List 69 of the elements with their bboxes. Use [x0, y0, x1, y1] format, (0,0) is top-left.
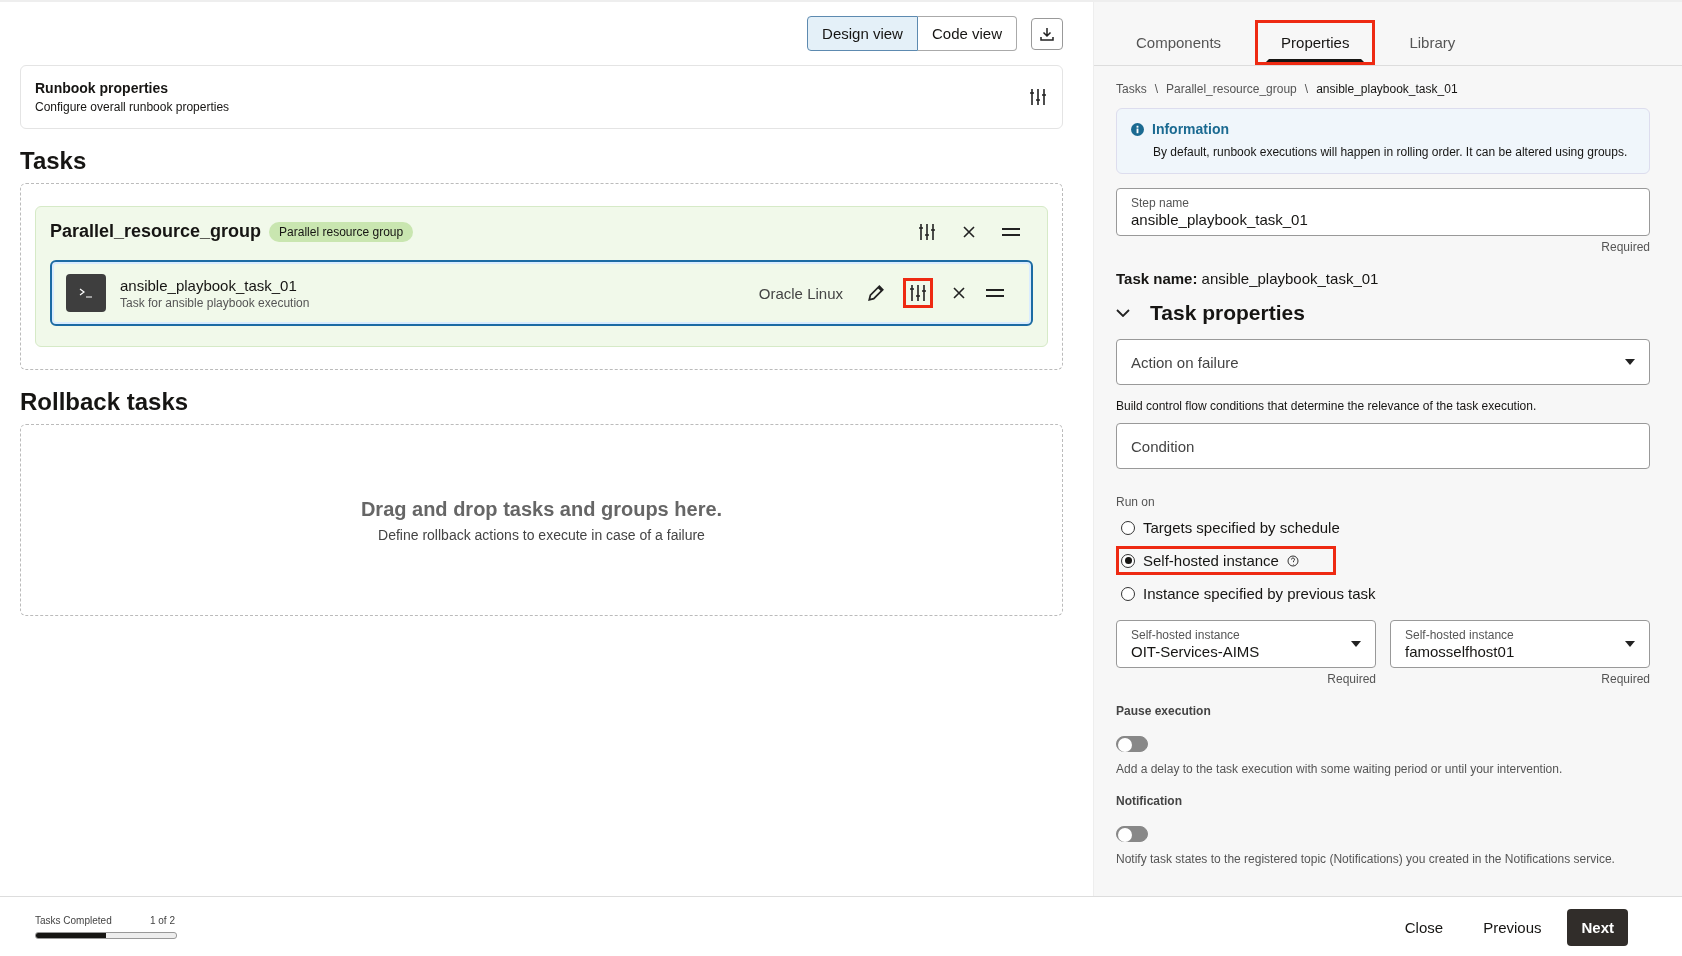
progress-label: Tasks Completed [35, 915, 112, 926]
caret-icon [1351, 641, 1361, 647]
action-on-failure-select[interactable]: Action on failure [1116, 339, 1650, 385]
progress-count: 1 of 2 [149, 915, 175, 926]
required-hint: Required [1600, 672, 1650, 686]
radio-button[interactable] [1121, 520, 1135, 535]
task-name: ansible_playbook_task_01 [120, 276, 298, 294]
next-button[interactable]: Next [1567, 908, 1628, 946]
toggle-label: Pause execution [1116, 704, 1212, 718]
pencil-icon[interactable] [867, 284, 885, 302]
required-hint: Required [1326, 672, 1376, 686]
radio-button[interactable] [1121, 553, 1135, 568]
help-text: Add a delay to the task execution with some waiting period or until your intervention. [1116, 762, 1564, 776]
info-text: By default, runbook executions will happen in rolling order. It can be altered using groups. [1153, 145, 1629, 159]
radio-option[interactable]: Targets specified by schedule [1119, 516, 1374, 539]
task-name-text: Task name: ansible_playbook_task_01 [1116, 270, 1380, 287]
dropzone-title: Drag and drop tasks and groups here. [360, 497, 723, 521]
section-heading: Task properties [1150, 301, 1305, 325]
condition-field[interactable]: Condition [1116, 423, 1650, 469]
instance-select[interactable]: Self-hosted instance famosselfhost01 [1390, 620, 1650, 668]
toggle-label: Notification [1116, 794, 1183, 808]
required-hint: Required [1600, 240, 1650, 254]
footer-button[interactable]: Close [1390, 908, 1458, 946]
section-heading: Tasks [20, 147, 88, 175]
os-label: Oracle Linux [758, 284, 843, 302]
terminal-icon [66, 274, 106, 312]
close-icon[interactable] [961, 223, 977, 240]
download-icon [1039, 25, 1055, 42]
help-icon[interactable] [1286, 554, 1299, 567]
step-name-field[interactable]: Step name ansible_playbook_task_01 [1116, 188, 1650, 236]
task-description: Task for ansible playbook execution [120, 295, 310, 310]
footer-button[interactable]: Previous [1469, 908, 1556, 946]
dropzone-subtitle: Define rollback actions to execute in case of a failure [378, 526, 705, 543]
panel-tab[interactable]: Properties [1266, 23, 1365, 62]
breadcrumb-item[interactable]: Parallel_resource_group [1166, 82, 1297, 96]
task-card[interactable]: ansible_playbook_task_01 Task for ansible playbook execution Oracle Linux [50, 260, 1033, 326]
help-text: Notify task states to the registered topic (Notifications) you created in the Notifications service. [1116, 852, 1616, 866]
group-name: Parallel_resource_group [50, 221, 262, 242]
breadcrumb-separator: \ [1154, 82, 1159, 96]
breadcrumb-item[interactable]: Tasks [1116, 82, 1147, 96]
group-type-badge: Parallel resource group [269, 221, 414, 242]
drag-handle-icon[interactable] [985, 287, 1005, 299]
sliders-icon[interactable] [917, 221, 937, 242]
download-button[interactable] [1031, 17, 1063, 50]
info-title: Information [1152, 121, 1229, 137]
radio-option[interactable]: Instance specified by previous task [1119, 582, 1410, 605]
close-icon[interactable] [951, 285, 967, 301]
run-on-label: Run on [1116, 495, 1156, 509]
toggle-switch[interactable] [1116, 736, 1148, 752]
help-text: Build control flow conditions that determine the relevance of the task execution. [1116, 399, 1538, 413]
section-heading: Rollback tasks [20, 388, 190, 416]
view-toggle-button[interactable]: Design view [807, 16, 918, 51]
radio-button[interactable] [1121, 586, 1135, 601]
radio-option[interactable]: Self-hosted instance [1119, 549, 1333, 572]
panel-tab[interactable]: Library [1394, 23, 1471, 62]
view-toggle-button[interactable]: Code view [917, 16, 1017, 51]
drag-handle-icon[interactable] [1001, 225, 1021, 238]
card-title: Runbook properties [35, 80, 169, 96]
sliders-icon[interactable] [1028, 87, 1048, 107]
breadcrumb-item: ansible_playbook_task_01 [1316, 82, 1458, 96]
instance-select[interactable]: Self-hosted instance OIT-Services-AIMS [1116, 620, 1376, 668]
caret-icon [1625, 641, 1635, 647]
chevron-icon[interactable] [1116, 309, 1130, 317]
card-subtitle: Configure overall runbook properties [35, 100, 230, 114]
toggle-switch[interactable] [1116, 826, 1148, 842]
caret-icon [1625, 359, 1635, 365]
panel-tab[interactable]: Components [1121, 23, 1237, 62]
breadcrumb-separator: \ [1304, 82, 1309, 96]
info-icon [1131, 122, 1144, 136]
